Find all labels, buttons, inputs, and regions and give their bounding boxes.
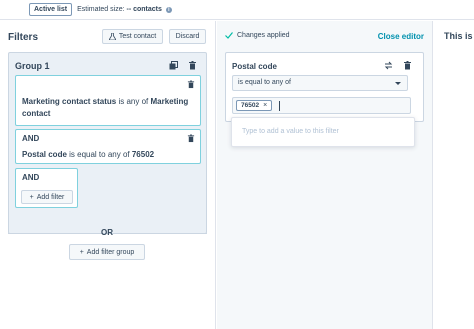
close-icon[interactable]: × — [263, 102, 267, 109]
filter-operator: is any of — [116, 97, 151, 106]
group-title: Group 1 — [15, 61, 50, 71]
discard-button[interactable]: Discard — [169, 29, 206, 44]
postal-code-editor: Postal code is equal to any of 76502 × — [225, 52, 424, 122]
add-filter-label: Add filter — [36, 193, 65, 201]
operator-select[interactable]: is equal to any of — [232, 75, 408, 91]
divider-line — [8, 233, 94, 234]
filter-property: Marketing contact status — [22, 97, 117, 106]
changes-status-text: Changes applied — [237, 32, 290, 39]
filter-description: Postal code is equal to any of 76502 — [22, 149, 154, 161]
and-label: AND — [22, 134, 40, 143]
estimated-size-value: -- contacts — [126, 6, 162, 13]
active-list-badge: Active list — [29, 3, 73, 16]
plus-icon: + — [29, 193, 34, 201]
plus-icon: + — [79, 248, 84, 256]
filters-panel: Filters Test contact Discard Group 1 Mar… — [0, 21, 216, 329]
right-panel-title: This is — [444, 31, 473, 41]
add-filter-group-label: Add filter group — [86, 248, 135, 256]
filter-group-1: Group 1 Marketing contact status is any … — [8, 52, 207, 234]
filter-description: Marketing contact status is any of Marke… — [22, 96, 198, 120]
right-panel: This is — [432, 21, 474, 329]
operator-select-value: is equal to any of — [238, 79, 291, 86]
value-suggestions-dropdown: Type to add a value to this filter — [231, 117, 415, 147]
dropdown-hint: Type to add a value to this filter — [242, 128, 339, 135]
or-label: OR — [101, 228, 113, 237]
value-tag-label: 76502 — [241, 102, 260, 109]
info-icon[interactable]: i — [165, 7, 172, 13]
trash-icon[interactable] — [187, 80, 195, 89]
filter-value: 76502 — [131, 150, 155, 159]
trash-icon[interactable] — [188, 61, 197, 70]
top-bar: Active list Estimated size: -- contacts … — [0, 0, 474, 20]
test-contact-label: Test contact — [118, 33, 157, 40]
clone-icon[interactable] — [169, 61, 178, 70]
add-filter-group-button[interactable]: + Add filter group — [69, 244, 145, 260]
add-filter-button[interactable]: + Add filter — [21, 190, 73, 204]
filter-card-marketing-status[interactable]: Marketing contact status is any of Marke… — [15, 75, 201, 126]
trash-icon[interactable] — [187, 134, 195, 143]
filters-title: Filters — [8, 32, 39, 43]
check-icon — [225, 32, 233, 39]
editor-property-title: Postal code — [232, 62, 277, 71]
flask-icon — [108, 33, 116, 40]
filter-property: Postal code — [22, 150, 67, 159]
filter-editor-panel: Changes applied Close editor Postal code… — [217, 21, 432, 329]
close-editor-link[interactable]: Close editor — [378, 32, 424, 41]
and-label: AND — [22, 173, 40, 182]
test-contact-button[interactable]: Test contact — [102, 29, 163, 44]
value-tag: 76502 × — [236, 100, 273, 111]
filter-operator: is equal to any of — [66, 150, 132, 159]
swap-icon[interactable] — [384, 61, 393, 70]
text-cursor — [279, 101, 280, 111]
divider-line — [120, 233, 207, 234]
trash-icon[interactable] — [403, 61, 412, 70]
filter-card-postal-code[interactable]: AND Postal code is equal to any of 76502 — [15, 129, 201, 164]
chevron-down-icon — [395, 82, 401, 85]
estimated-size-label: Estimated size: — [77, 6, 125, 13]
value-tag-input[interactable]: 76502 × — [232, 97, 411, 114]
or-divider: OR — [8, 228, 207, 238]
estimated-size: Estimated size: -- contacts i — [77, 6, 172, 13]
changes-status: Changes applied — [225, 32, 290, 39]
and-add-filter-box: AND + Add filter — [15, 168, 78, 208]
